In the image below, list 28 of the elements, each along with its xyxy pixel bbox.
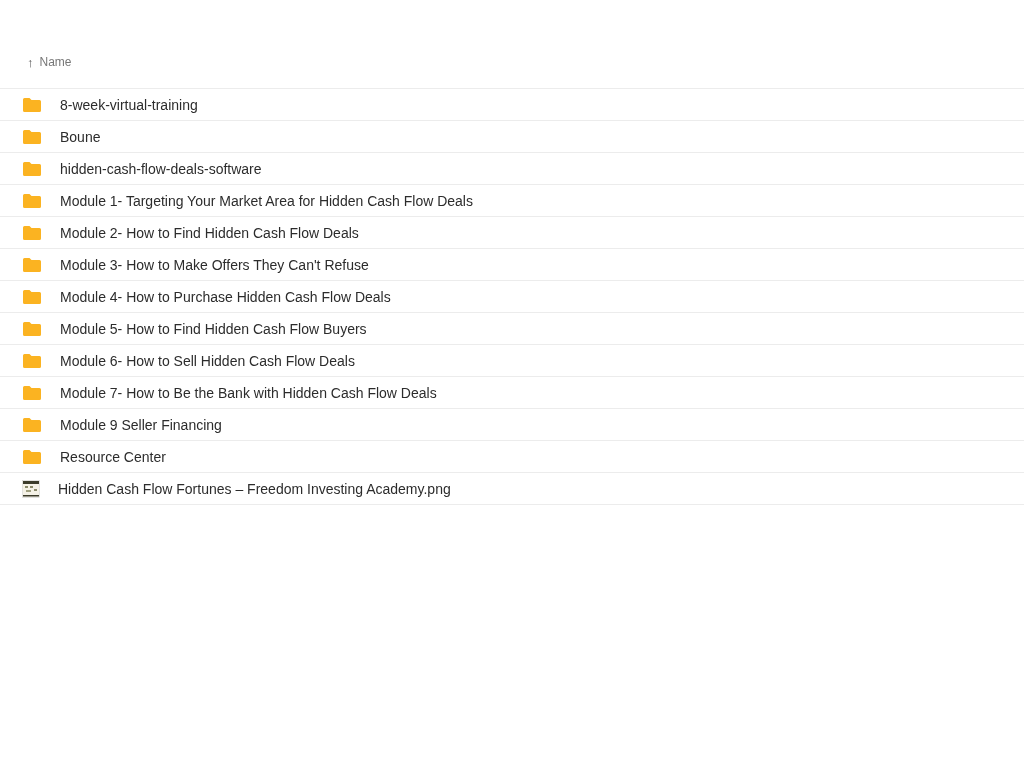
folder-icon [22, 224, 42, 241]
folder-icon [22, 416, 42, 433]
folder-icon [22, 448, 42, 465]
folder-icon [22, 288, 42, 305]
name-column-header[interactable]: Name [39, 55, 72, 69]
file-name[interactable]: Boune [60, 128, 101, 145]
file-name[interactable]: Module 6- How to Sell Hidden Cash Flow Deals [60, 352, 355, 369]
sort-arrow[interactable]: ↑ [27, 54, 34, 70]
folder-icon [22, 320, 42, 337]
file-name[interactable]: Module 4- How to Purchase Hidden Cash Flow Deals [60, 288, 391, 305]
folder-icon [22, 352, 42, 369]
file-name[interactable]: Module 2- How to Find Hidden Cash Flow Deals [60, 224, 359, 241]
file-name[interactable]: Module 7- How to Be the Bank with Hidden Cash Flow Deals [60, 384, 437, 401]
folder-icon [22, 96, 42, 113]
file-name[interactable]: Module 1- Targeting Your Market Area for Hidden Cash Flow Deals [60, 192, 473, 209]
file-name[interactable]: Module 5- How to Find Hidden Cash Flow Buyers [60, 320, 367, 337]
folder-icon [22, 384, 42, 401]
folder-icon [22, 160, 42, 177]
file-name[interactable]: 8-week-virtual-training [60, 96, 198, 113]
folder-icon [22, 256, 42, 273]
file-name[interactable]: Resource Center [60, 448, 166, 465]
file-name[interactable]: Hidden Cash Flow Fortunes – Freedom Investing Academy.png [58, 480, 451, 497]
folder-icon [22, 192, 42, 209]
folder-icon [22, 128, 42, 145]
image-thumbnail-icon [22, 479, 40, 498]
file-name[interactable]: Module 3- How to Make Offers They Can't Refuse [60, 256, 369, 273]
file-name[interactable]: Module 9 Seller Financing [60, 416, 222, 433]
file-name[interactable]: hidden-cash-flow-deals-software [60, 160, 262, 177]
